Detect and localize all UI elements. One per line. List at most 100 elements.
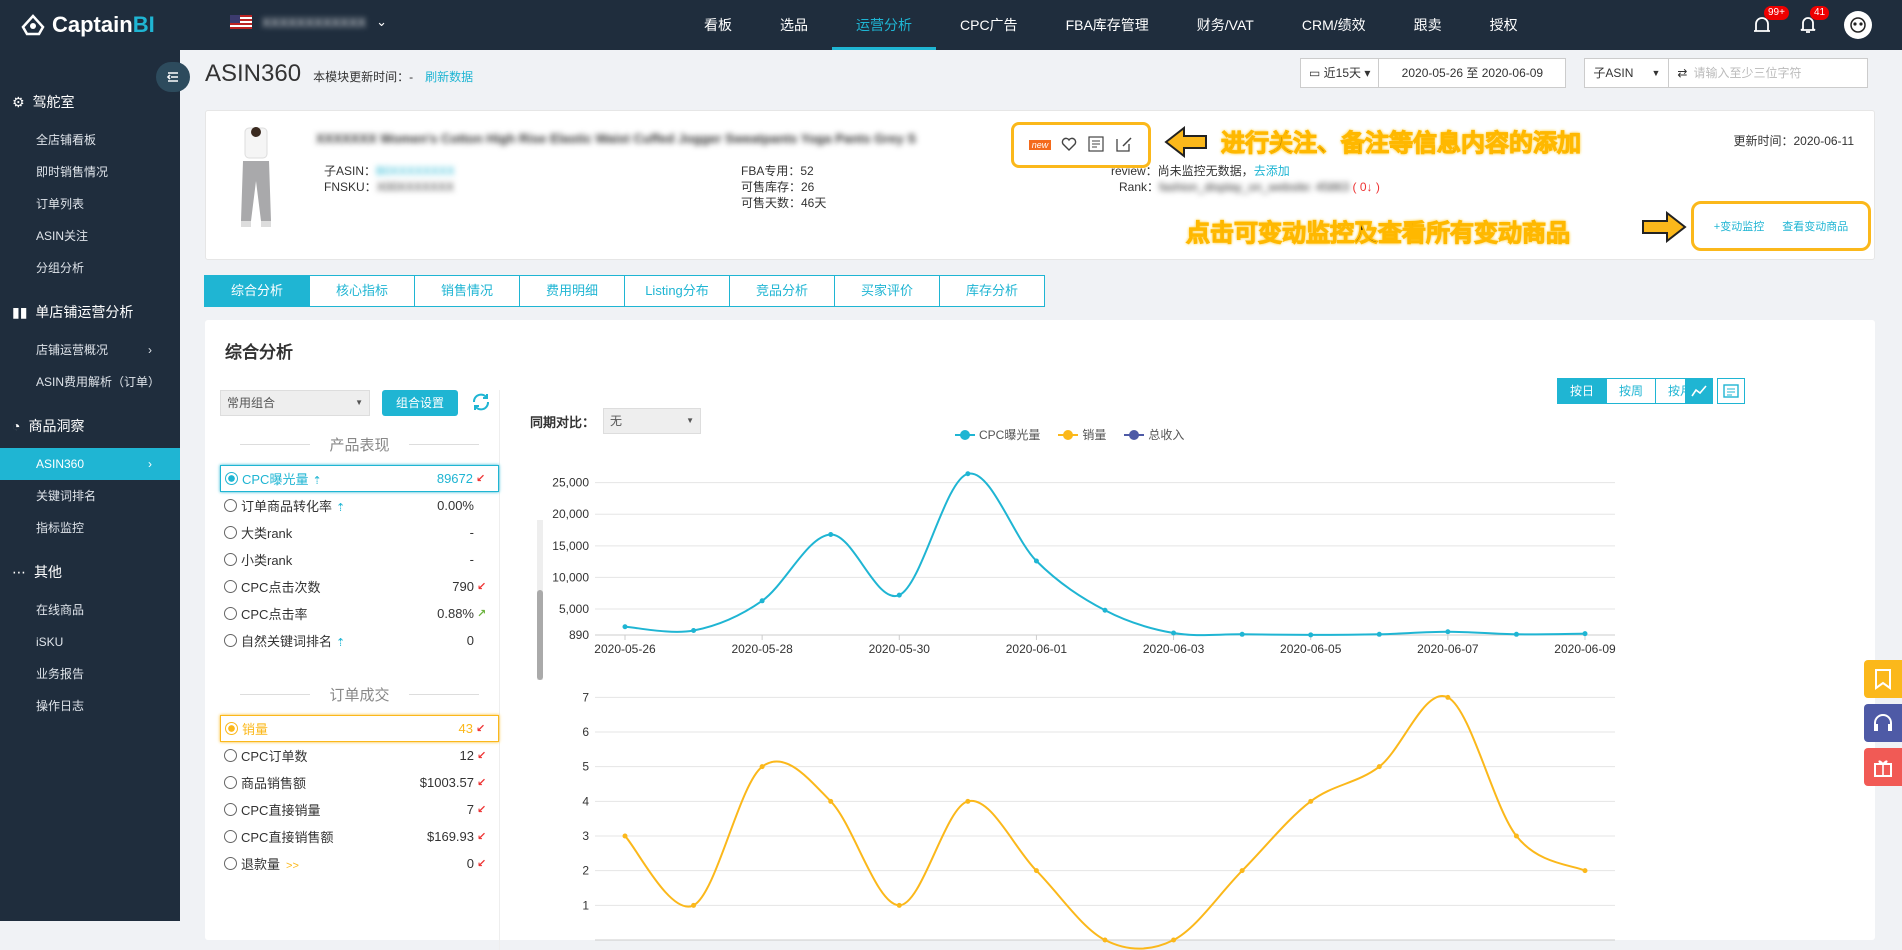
metric-row[interactable]: 小类rank -: [220, 546, 499, 573]
line-chart-view-icon[interactable]: [1685, 378, 1713, 404]
radio-button[interactable]: [224, 857, 237, 870]
refresh-link[interactable]: 刷新数据: [425, 68, 473, 85]
radio-button[interactable]: [225, 472, 238, 485]
topnav-item[interactable]: FBA库存管理: [1042, 0, 1173, 50]
radio-button[interactable]: [225, 722, 238, 735]
asin-search-input[interactable]: ⇄ 请输入至少三位字符: [1668, 58, 1869, 88]
metric-row[interactable]: 自然关键词排名 ⇡ 0: [220, 627, 499, 654]
child-asin-link[interactable]: B0XXXXXXXX: [376, 164, 455, 178]
sidebar-group[interactable]: ▮▮ 单店铺运营分析: [0, 290, 180, 334]
sidebar-item-label: 分组分析: [36, 261, 85, 275]
metric-label: 小类rank: [241, 553, 293, 568]
sidebar-item[interactable]: 业务报告: [0, 658, 180, 690]
radio-button[interactable]: [224, 607, 237, 620]
analysis-tab[interactable]: 销售情况: [414, 275, 520, 307]
headset-icon[interactable]: [1864, 704, 1902, 742]
radio-button[interactable]: [224, 499, 237, 512]
topnav-item[interactable]: CRM/绩效: [1278, 0, 1390, 50]
radio-button[interactable]: [224, 634, 237, 647]
sidebar-item[interactable]: 全店铺看板: [0, 124, 180, 156]
more-link[interactable]: >>: [286, 860, 299, 872]
sidebar-item[interactable]: 操作日志: [0, 690, 180, 722]
sidebar-group[interactable]: ⋯ 其他: [0, 550, 180, 594]
topnav-item[interactable]: 财务/VAT: [1173, 0, 1278, 50]
sidebar-item[interactable]: iSKU: [0, 626, 180, 658]
analysis-tab[interactable]: 费用明细: [519, 275, 625, 307]
radio-button[interactable]: [224, 526, 237, 539]
sidebar-group[interactable]: ◔ 商品洞察: [0, 404, 180, 448]
data-point: [1513, 631, 1519, 637]
combo-settings-button[interactable]: 组合设置: [382, 390, 459, 416]
sidebar-item[interactable]: 关键词排名: [0, 480, 180, 512]
radio-button[interactable]: [224, 749, 237, 762]
metric-row[interactable]: CPC直接销售额 $169.93 ↙: [220, 823, 499, 850]
topnav-item[interactable]: CPC广告: [936, 0, 1042, 50]
change-monitor-link[interactable]: +变动监控: [1714, 218, 1764, 234]
sidebar-item[interactable]: 订单列表: [0, 188, 180, 220]
metric-row[interactable]: CPC直接销量 7 ↙: [220, 796, 499, 823]
analysis-tab[interactable]: 核心指标: [309, 275, 415, 307]
analysis-tab[interactable]: 综合分析: [204, 275, 310, 307]
sidebar-item[interactable]: ASIN费用解析（订单）: [0, 366, 180, 398]
analysis-tab[interactable]: 竞品分析: [729, 275, 835, 307]
radio-button[interactable]: [224, 580, 237, 593]
metric-row[interactable]: CPC点击率 0.88% ↗: [220, 600, 499, 627]
granularity-option[interactable]: 按日: [1556, 378, 1607, 404]
edit-icon[interactable]: [1115, 135, 1133, 156]
add-review-link[interactable]: 去添加: [1254, 164, 1290, 178]
topnav-item[interactable]: 跟卖: [1390, 0, 1466, 50]
radio-button[interactable]: [224, 830, 237, 843]
compare-select[interactable]: 无: [603, 408, 702, 434]
view-changed-products-link[interactable]: 查看变动商品: [1782, 218, 1848, 234]
radio-button[interactable]: [224, 803, 237, 816]
heart-icon[interactable]: [1061, 136, 1077, 155]
sidebar-item[interactable]: 分组分析: [0, 252, 180, 284]
legend-item[interactable]: 总收入: [1124, 426, 1184, 443]
metric-row[interactable]: 大类rank -: [220, 519, 499, 546]
note-icon[interactable]: [1087, 135, 1105, 156]
topnav-item[interactable]: 授权: [1466, 0, 1542, 50]
combo-select[interactable]: 常用组合: [220, 390, 370, 416]
metric-row[interactable]: CPC订单数 12 ↙: [220, 742, 499, 769]
gift-icon[interactable]: [1864, 748, 1902, 786]
granularity-option[interactable]: 按周: [1605, 378, 1656, 404]
range-preset-select[interactable]: ▭ 近15天 ▾: [1300, 58, 1380, 88]
radio-button[interactable]: [224, 553, 237, 566]
metric-row[interactable]: 退款量 >> 0 ↙: [220, 850, 499, 877]
sidebar-item[interactable]: 在线商品: [0, 594, 180, 626]
topnav-item[interactable]: 看板: [680, 0, 756, 50]
avatar[interactable]: [1844, 11, 1872, 39]
analysis-tab[interactable]: Listing分布: [624, 275, 730, 307]
refresh-icon[interactable]: [470, 391, 492, 416]
bookmark-icon[interactable]: [1864, 660, 1902, 698]
topnav-item[interactable]: 选品: [756, 0, 832, 50]
sidebar-item[interactable]: 即时销售情况: [0, 156, 180, 188]
asin-type-select[interactable]: 子ASIN ▼: [1584, 58, 1670, 88]
metric-row[interactable]: 商品销售额 $1003.57 ↙: [220, 769, 499, 796]
legend-item[interactable]: 销量: [1058, 426, 1106, 443]
bell-icon[interactable]: 41: [1798, 5, 1830, 37]
sidebar-group[interactable]: ⚙ 驾舵室: [0, 80, 180, 124]
analysis-tab[interactable]: 买家评价: [834, 275, 940, 307]
analysis-tab[interactable]: 库存分析: [939, 275, 1045, 307]
trend-up-icon: ↗: [477, 608, 487, 620]
logo[interactable]: Captain BI: [20, 0, 155, 50]
radio-button[interactable]: [224, 776, 237, 789]
date-range-picker[interactable]: 2020-05-26 至 2020-06-09: [1378, 58, 1567, 88]
rank-value: fashion_display_on_website: 45863: [1159, 180, 1350, 194]
metric-row[interactable]: CPC曝光量 ⇡ 89672 ↙: [220, 465, 499, 492]
table-view-icon[interactable]: [1717, 378, 1745, 404]
legend-item[interactable]: CPC曝光量: [955, 426, 1040, 443]
sidebar-item[interactable]: 指标监控: [0, 512, 180, 544]
sidebar-item[interactable]: ASIN360 ›: [0, 448, 180, 480]
sidebar-item-label: ASIN费用解析（订单）: [36, 375, 161, 389]
topnav-item[interactable]: 运营分析: [832, 0, 936, 50]
sidebar-item[interactable]: ASIN关注: [0, 220, 180, 252]
sidebar-collapse-button[interactable]: [156, 62, 190, 92]
metric-row[interactable]: 订单商品转化率 ⇡ 0.00%: [220, 492, 499, 519]
metric-row[interactable]: 销量 43 ↙: [220, 715, 499, 742]
alarm-icon[interactable]: 99+: [1752, 5, 1789, 37]
metric-row[interactable]: CPC点击次数 790 ↙: [220, 573, 499, 600]
sidebar-item[interactable]: 店铺运营概况 ›: [0, 334, 180, 366]
store-selector[interactable]: XXXXXXXXXXXX ⌄: [230, 14, 387, 30]
